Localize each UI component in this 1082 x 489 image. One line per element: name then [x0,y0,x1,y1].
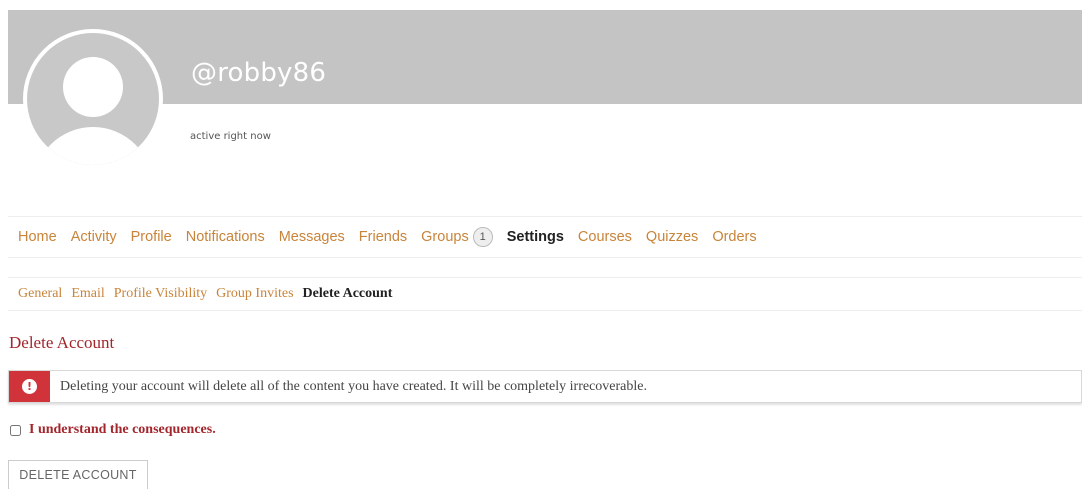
nav-item-label: Profile [130,229,172,245]
avatar[interactable] [23,29,163,169]
nav-item-friends[interactable]: Friends [359,229,407,245]
consent-checkbox[interactable] [10,424,21,436]
nav-item-profile[interactable]: Profile [131,229,172,245]
nav-item-groups[interactable]: Groups 1 [421,227,493,247]
nav-item-label: Settings [506,229,564,245]
subnav-item-group-invites[interactable]: Group Invites [216,286,293,302]
nav-item-quizzes[interactable]: Quizzes [646,229,698,245]
nav-item-orders[interactable]: Orders [712,229,756,245]
nav-item-settings[interactable]: Settings [507,229,564,245]
profile-status: active right now [190,131,271,142]
subnav-item-email[interactable]: Email [71,286,104,302]
avatar-head-shape [63,57,123,117]
avatar-shoulders-shape [33,127,153,165]
profile-username: @robby86 [191,58,327,88]
groups-count-badge: 1 [472,227,493,247]
nav-item-label: Home [18,229,57,245]
nav-item-label: Notifications [185,229,265,245]
nav-item-courses[interactable]: Courses [578,229,632,245]
subnav-item-delete-account[interactable]: Delete Account [303,286,393,302]
nav-item-label: Messages [278,229,345,245]
nav-item-label: Courses [577,229,632,245]
consent-text: I understand the consequences. [29,422,216,437]
nav-item-activity[interactable]: Activity [71,229,117,245]
nav-item-label: Quizzes [645,229,699,245]
warning-alert: ! Deleting your account will delete all … [8,370,1082,403]
subnav-item-general[interactable]: General [18,286,62,302]
exclamation-icon: ! [22,379,37,394]
delete-account-button[interactable]: DELETE ACCOUNT [8,460,148,489]
settings-subnav: General Email Profile Visibility Group I… [8,277,1082,311]
consent-label[interactable]: I understand the consequences. [10,422,216,438]
nav-item-label: Friends [358,229,408,245]
page-title: Delete Account [9,333,115,352]
nav-item-notifications[interactable]: Notifications [186,229,265,245]
nav-item-label: Orders [712,229,757,245]
nav-item-messages[interactable]: Messages [279,229,345,245]
subnav-item-profile-visibility[interactable]: Profile Visibility [114,286,207,302]
profile-cover [8,10,1082,104]
primary-nav: Home Activity Profile Notifications Mess… [8,216,1082,258]
nav-item-label: Groups [421,229,469,245]
nav-item-home[interactable]: Home [18,229,57,245]
nav-item-label: Activity [70,229,117,245]
alert-message: Deleting your account will delete all of… [60,378,647,394]
alert-icon-box: ! [9,371,50,402]
